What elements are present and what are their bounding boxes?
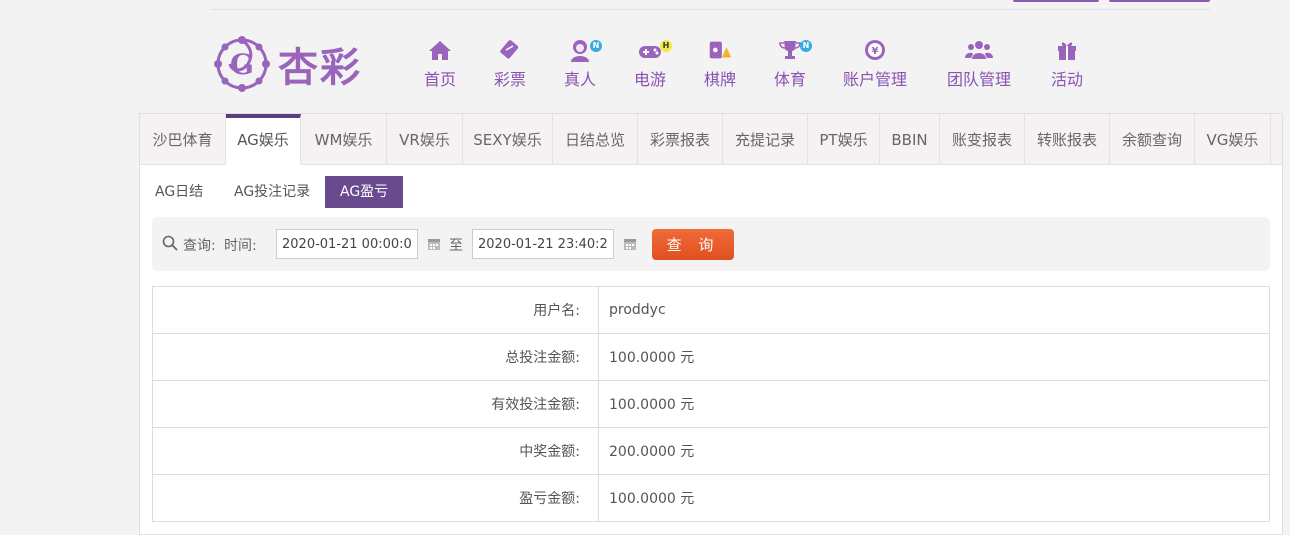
row-value: 200.0000 元 bbox=[598, 427, 1270, 475]
query-label: 查询: bbox=[183, 238, 216, 254]
time-label: 时间: bbox=[224, 238, 257, 254]
nav-item-account[interactable]: ¥ 账户管理 bbox=[843, 38, 907, 90]
tab-bbin[interactable]: BBIN bbox=[880, 114, 940, 164]
nav-item-home[interactable]: 首页 bbox=[424, 38, 456, 90]
row-key: 中奖金额: bbox=[152, 427, 599, 475]
tab-account-change[interactable]: 账变报表 bbox=[940, 114, 1025, 164]
calendar-icon[interactable] bbox=[623, 237, 637, 251]
nav-item-team[interactable]: 团队管理 bbox=[947, 38, 1011, 90]
subtab-ag-daily[interactable]: AG日结 bbox=[140, 176, 218, 208]
tab-sexy[interactable]: SEXY娱乐 bbox=[463, 114, 553, 164]
nav-item-promotions[interactable]: 活动 bbox=[1051, 38, 1083, 90]
row-value: 100.0000 元 bbox=[598, 333, 1270, 381]
tab-balance-query[interactable]: 余额查询 bbox=[1110, 114, 1195, 164]
logo-mark-icon: G bbox=[214, 36, 270, 92]
report-panel: 沙巴体育 AG娱乐 WM娱乐 VR娱乐 SEXY娱乐 日结总览 彩票报表 充提记… bbox=[139, 113, 1283, 535]
row-key: 盈亏金额: bbox=[152, 474, 599, 522]
tab-ag[interactable]: AG娱乐 bbox=[226, 114, 301, 165]
tab-wm[interactable]: WM娱乐 bbox=[301, 114, 387, 164]
svg-text:G: G bbox=[230, 48, 254, 81]
brand-name: 杏彩 bbox=[278, 44, 362, 91]
tab-lottery-report[interactable]: 彩票报表 bbox=[638, 114, 723, 164]
nav-item-cards[interactable]: 棋牌 bbox=[704, 38, 736, 90]
top-divider bbox=[210, 9, 1210, 10]
calendar-icon[interactable] bbox=[427, 237, 441, 251]
query-button[interactable]: 查 询 bbox=[652, 229, 734, 260]
badge-hot: H bbox=[660, 40, 672, 52]
profit-summary-table: 用户名: proddyc 总投注金额: 100.0000 元 有效投注金额: 1… bbox=[152, 286, 1270, 522]
account-icon: ¥ bbox=[861, 38, 889, 62]
top-button-1[interactable] bbox=[1013, 0, 1099, 2]
trophy-icon: N bbox=[776, 38, 812, 62]
cards-icon bbox=[706, 38, 734, 62]
row-value: proddyc bbox=[598, 286, 1270, 334]
tab-vg[interactable]: VG娱乐 bbox=[1195, 114, 1271, 164]
row-value: 100.0000 元 bbox=[598, 380, 1270, 428]
gift-icon bbox=[1053, 38, 1081, 62]
top-button-2[interactable] bbox=[1109, 0, 1210, 2]
table-row: 用户名: proddyc bbox=[152, 286, 1270, 334]
home-icon bbox=[426, 38, 454, 62]
row-key: 有效投注金额: bbox=[152, 380, 599, 428]
row-key: 用户名: bbox=[152, 286, 599, 334]
game-tabs: 沙巴体育 AG娱乐 WM娱乐 VR娱乐 SEXY娱乐 日结总览 彩票报表 充提记… bbox=[140, 114, 1282, 165]
nav-item-sports[interactable]: N 体育 bbox=[774, 38, 812, 90]
row-key: 总投注金额: bbox=[152, 333, 599, 381]
row-value: 100.0000 元 bbox=[598, 474, 1270, 522]
lottery-ticket-icon bbox=[496, 38, 524, 62]
subtab-ag-bets[interactable]: AG投注记录 bbox=[219, 176, 325, 208]
tab-deposit-withdraw[interactable]: 充提记录 bbox=[723, 114, 808, 164]
brand-logo[interactable]: G 杏彩 bbox=[212, 34, 362, 94]
nav-item-egame[interactable]: H 电游 bbox=[634, 38, 672, 90]
live-dealer-icon: N bbox=[566, 38, 602, 62]
tab-daily-overview[interactable]: 日结总览 bbox=[553, 114, 638, 164]
gamepad-icon: H bbox=[636, 38, 672, 62]
table-row: 有效投注金额: 100.0000 元 bbox=[152, 380, 1270, 428]
team-icon bbox=[965, 38, 993, 62]
start-time-input[interactable] bbox=[276, 229, 418, 259]
subtab-ag-profit[interactable]: AG盈亏 bbox=[325, 176, 404, 208]
svg-text:¥: ¥ bbox=[872, 46, 879, 57]
query-bar: 查询: 时间: 至 查 询 bbox=[152, 217, 1270, 271]
tab-saba-sports[interactable]: 沙巴体育 bbox=[140, 114, 226, 164]
table-row: 中奖金额: 200.0000 元 bbox=[152, 427, 1270, 475]
badge-new: N bbox=[590, 40, 602, 52]
end-time-input[interactable] bbox=[472, 229, 614, 259]
table-row: 总投注金额: 100.0000 元 bbox=[152, 333, 1270, 381]
tab-pt[interactable]: PT娱乐 bbox=[808, 114, 880, 164]
table-row: 盈亏金额: 100.0000 元 bbox=[152, 474, 1270, 522]
nav-item-live[interactable]: N 真人 bbox=[564, 38, 602, 90]
to-label: 至 bbox=[449, 238, 463, 254]
tab-transfer-report[interactable]: 转账报表 bbox=[1025, 114, 1110, 164]
badge-new: N bbox=[800, 40, 812, 52]
nav-item-lottery[interactable]: 彩票 bbox=[494, 38, 526, 90]
search-icon bbox=[162, 235, 178, 251]
tab-vr[interactable]: VR娱乐 bbox=[387, 114, 463, 164]
